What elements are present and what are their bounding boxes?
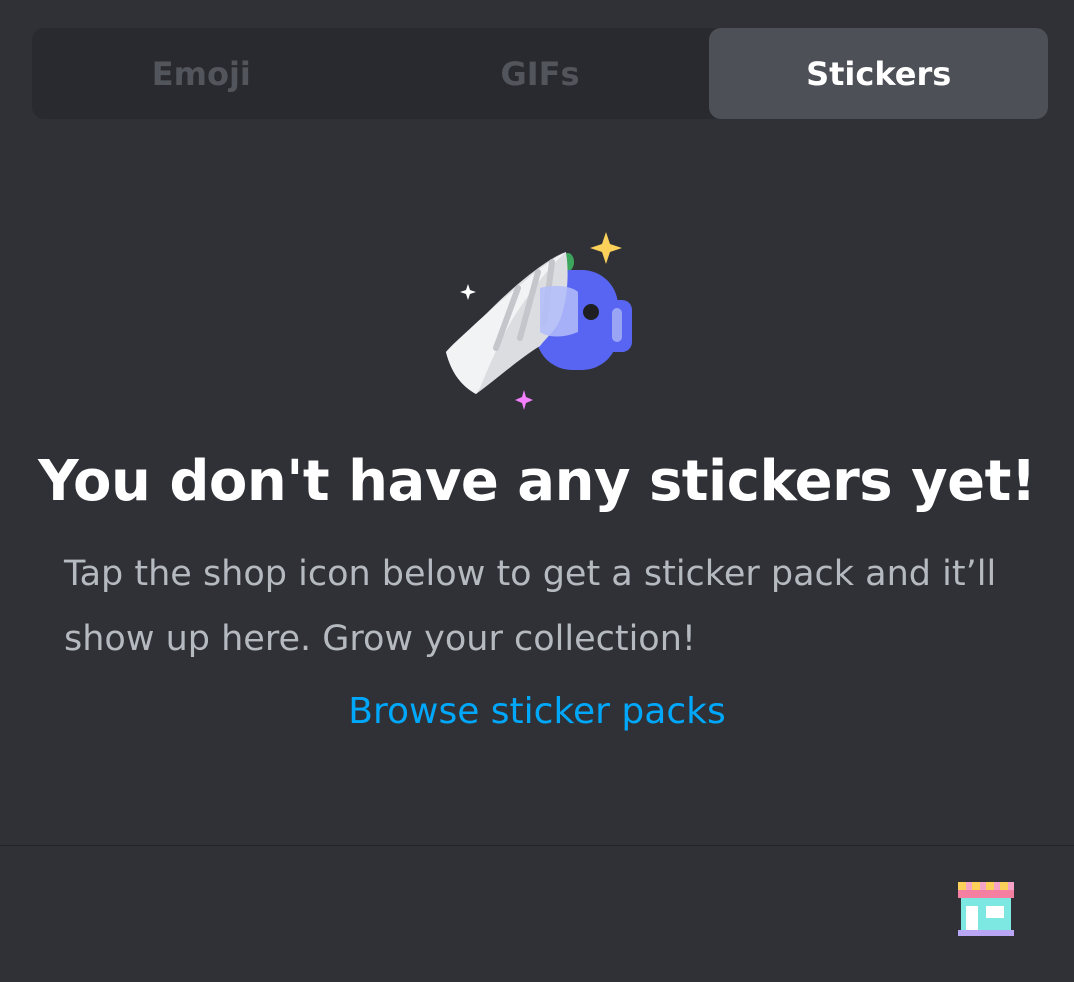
wumpus-sticker-peel-icon	[436, 228, 646, 418]
tab-gifs[interactable]: GIFs	[371, 28, 710, 119]
picker-tab-bar: Emoji GIFs Stickers	[32, 28, 1049, 119]
sparkle-icon	[460, 284, 476, 300]
footer-divider	[0, 845, 1074, 846]
shop-icon[interactable]	[952, 876, 1018, 942]
browse-sticker-packs-link[interactable]: Browse sticker packs	[0, 686, 1074, 738]
tab-emoji[interactable]: Emoji	[32, 28, 371, 119]
empty-state-description: Tap the shop icon below to get a sticker…	[64, 554, 997, 659]
sparkle-icon	[515, 390, 533, 410]
empty-state-title: You don't have any stickers yet!	[38, 449, 1036, 514]
sticker-picker: Emoji GIFs Stickers You don't have any s…	[0, 0, 1074, 982]
sparkle-icon	[590, 232, 622, 264]
tab-stickers[interactable]: Stickers	[709, 28, 1049, 119]
